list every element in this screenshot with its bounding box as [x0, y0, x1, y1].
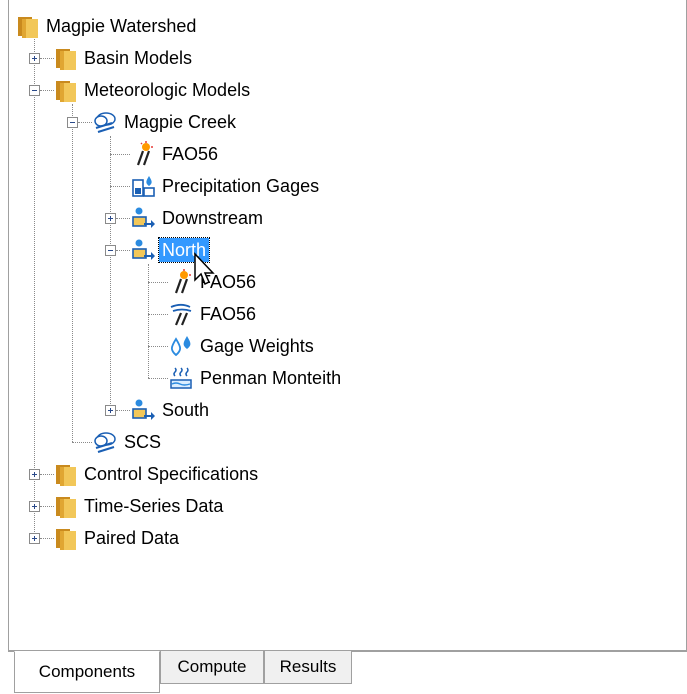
- tree-item-label: Magpie Creek: [124, 112, 237, 132]
- watershed-tree[interactable]: Magpie Watershed Basin Models Meteorolog…: [0, 0, 687, 560]
- met-model-icon: [94, 112, 116, 133]
- subbasin-icon: [132, 399, 155, 420]
- tree-item-fao56-evapotranspiration[interactable]: FAO56: [130, 139, 221, 169]
- tree-item-label: Gage Weights: [200, 336, 314, 356]
- tree-item-downstream[interactable]: Downstream: [130, 203, 266, 233]
- expand-paired-data-button[interactable]: [29, 533, 40, 544]
- tree-guide-line: [148, 378, 168, 379]
- folder-icon: [56, 81, 76, 102]
- evaporation-icon: [170, 367, 192, 389]
- tree-guide-line: [116, 410, 130, 411]
- mouse-cursor-icon: [194, 252, 215, 286]
- tab-components[interactable]: Components: [14, 651, 160, 693]
- evapotranspiration-icon: [136, 141, 153, 166]
- tree-item-label: Paired Data: [84, 528, 180, 548]
- tree-guide-line: [148, 314, 168, 315]
- tree-guide-line: [116, 218, 130, 219]
- precipitation-gage-icon: [132, 176, 155, 197]
- tree-item-label: Downstream: [162, 208, 264, 228]
- water-drops-icon: [170, 336, 191, 357]
- folder-icon: [56, 497, 76, 518]
- tree-item-label: Meteorologic Models: [84, 80, 251, 100]
- tree-guide-line: [148, 282, 168, 283]
- tree-item-penman-monteith[interactable]: Penman Monteith: [168, 363, 344, 393]
- expand-control-specifications-button[interactable]: [29, 469, 40, 480]
- tree-item-label: Precipitation Gages: [162, 176, 320, 196]
- tree-guide-line: [116, 250, 130, 251]
- tree-guide-line: [40, 58, 54, 59]
- tree-item-basin-models[interactable]: Basin Models: [54, 43, 195, 73]
- tree-guide-line: [40, 506, 54, 507]
- tree-guide-line: [72, 442, 92, 443]
- tree-item-magpie-creek[interactable]: Magpie Creek: [92, 107, 239, 137]
- tab-bar: Components Compute Results: [8, 651, 687, 694]
- tree-item-label: Basin Models: [84, 48, 193, 68]
- tree-item-gage-weights[interactable]: Gage Weights: [168, 331, 317, 361]
- folder-icon: [18, 17, 38, 38]
- expand-downstream-button[interactable]: [105, 213, 116, 224]
- tree-item-time-series-data[interactable]: Time-Series Data: [54, 491, 226, 521]
- met-model-icon: [94, 432, 116, 453]
- tree-item-paired-data[interactable]: Paired Data: [54, 523, 182, 553]
- expand-basin-models-button[interactable]: [29, 53, 40, 64]
- tree-guide-line: [110, 154, 130, 155]
- tree-item-label: SCS: [124, 432, 162, 452]
- folder-icon: [56, 465, 76, 486]
- folder-icon: [56, 529, 76, 550]
- collapse-meteorologic-models-button[interactable]: [29, 85, 40, 96]
- folder-icon: [56, 49, 76, 70]
- tree-item-label: Control Specifications: [84, 464, 259, 484]
- evapotranspiration-icon: [174, 269, 191, 294]
- tree-guide-line: [40, 538, 54, 539]
- tree-item-scs[interactable]: SCS: [92, 427, 164, 457]
- tree-guide-line: [40, 474, 54, 475]
- tree-item-label: Time-Series Data: [84, 496, 224, 516]
- tab-label: Components: [38, 662, 136, 681]
- collapse-magpie-creek-button[interactable]: [67, 117, 78, 128]
- tree-item-precipitation-gages[interactable]: Precipitation Gages: [130, 171, 322, 201]
- tab-compute[interactable]: Compute: [160, 651, 264, 684]
- expand-time-series-data-button[interactable]: [29, 501, 40, 512]
- tree-guide-line: [72, 104, 73, 442]
- tree-item-label: FAO56: [162, 144, 219, 164]
- tree-item-label: South: [162, 400, 210, 420]
- subbasin-icon: [132, 207, 155, 228]
- subbasin-icon: [132, 239, 155, 260]
- tree-guide-line: [34, 36, 35, 538]
- tab-label: Results: [279, 657, 337, 676]
- tree-guide-line: [148, 346, 168, 347]
- tree-guide-line: [78, 122, 92, 123]
- tree-item-label: Penman Monteith: [200, 368, 342, 388]
- tree-item-label: Magpie Watershed: [46, 16, 197, 36]
- tree-item-north-fao56-wind[interactable]: FAO56: [168, 299, 259, 329]
- expand-south-button[interactable]: [105, 405, 116, 416]
- tree-item-label: FAO56: [200, 304, 257, 324]
- tree-item-south[interactable]: South: [130, 395, 212, 425]
- tree-item-control-specifications[interactable]: Control Specifications: [54, 459, 261, 489]
- tree-item-magpie-watershed[interactable]: Magpie Watershed: [16, 11, 199, 41]
- tree-guide-line: [110, 136, 111, 410]
- tree-guide-line: [110, 186, 130, 187]
- tree-item-meteorologic-models[interactable]: Meteorologic Models: [54, 75, 253, 105]
- wind-icon: [170, 303, 192, 326]
- tree-guide-line: [40, 90, 54, 91]
- tab-label: Compute: [177, 657, 247, 676]
- collapse-north-button[interactable]: [105, 245, 116, 256]
- tab-results[interactable]: Results: [264, 651, 352, 684]
